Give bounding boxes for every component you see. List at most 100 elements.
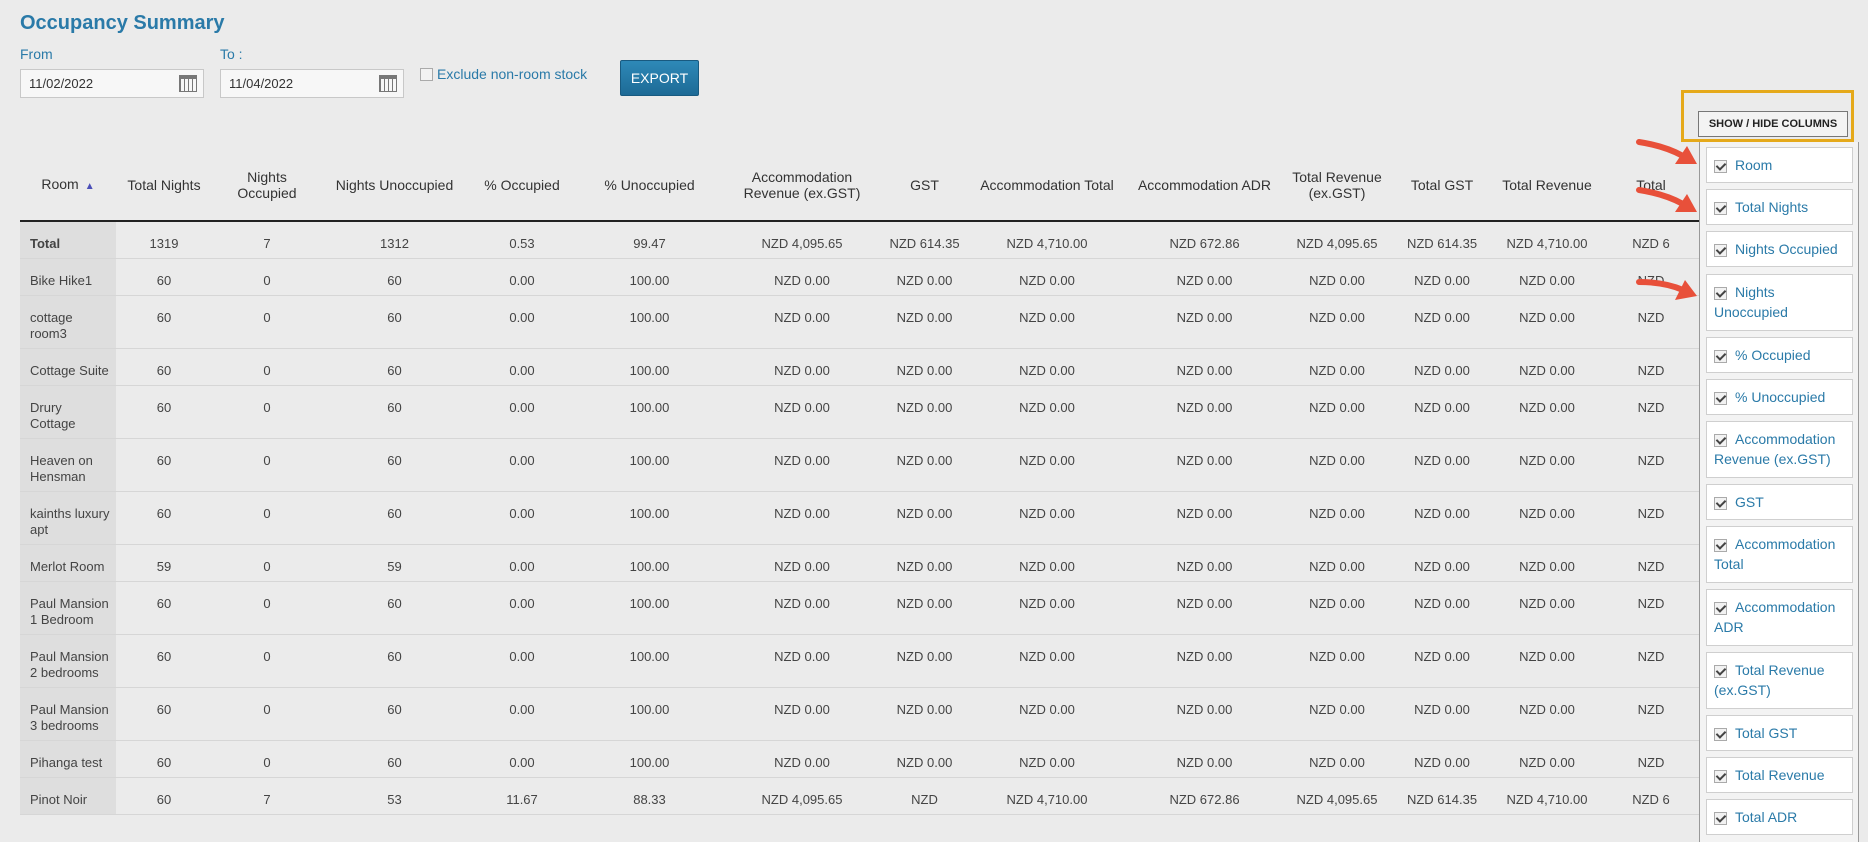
cell-pct-unocc: 100.00 bbox=[577, 634, 722, 688]
cell-pct-unocc: 100.00 bbox=[577, 438, 722, 492]
header-total-revenue-ex[interactable]: Total Revenue (ex.GST) bbox=[1282, 150, 1392, 222]
header-pct-unoccupied[interactable]: % Unoccupied bbox=[577, 150, 722, 222]
cell-acc-adr: NZD 0.00 bbox=[1127, 438, 1282, 492]
column-toggle-item[interactable]: Total Revenue (ex.GST) bbox=[1706, 652, 1853, 709]
header-total-nights[interactable]: Total Nights bbox=[116, 150, 212, 222]
cell-occupied: 0 bbox=[212, 295, 322, 349]
cell-gst: NZD 0.00 bbox=[882, 295, 967, 349]
cell-acc-rev: NZD 0.00 bbox=[722, 740, 882, 778]
cell-occupied: 0 bbox=[212, 491, 322, 545]
column-toggle-item[interactable]: Accommodation Total bbox=[1706, 526, 1853, 583]
cell-room: Heaven on Hensman bbox=[20, 438, 116, 492]
cell-tot-adr: NZD bbox=[1602, 687, 1700, 741]
from-date-input[interactable]: 11/02/2022 bbox=[20, 69, 204, 98]
column-toggle-label: GST bbox=[1735, 494, 1764, 510]
column-toggle-item[interactable]: Total GST bbox=[1706, 715, 1853, 751]
cell-acc-rev: NZD 0.00 bbox=[722, 581, 882, 635]
header-total-revenue[interactable]: Total Revenue bbox=[1492, 150, 1602, 222]
show-hide-columns-button[interactable]: SHOW / HIDE COLUMNS bbox=[1698, 111, 1848, 137]
cell-acc-rev: NZD 0.00 bbox=[722, 687, 882, 741]
column-checkbox[interactable] bbox=[1714, 496, 1727, 510]
sort-asc-icon[interactable]: ▲ bbox=[85, 181, 95, 192]
cell-tot-rev: NZD 0.00 bbox=[1492, 385, 1602, 439]
column-toggle-item[interactable]: Total Nights bbox=[1706, 189, 1853, 225]
calendar-icon[interactable] bbox=[379, 75, 397, 92]
cell-acc-rev: NZD 4,095.65 bbox=[722, 221, 882, 259]
cell-acc-rev: NZD 0.00 bbox=[722, 544, 882, 582]
column-toggle-item[interactable]: Nights Unoccupied bbox=[1706, 274, 1853, 331]
cell-tot-gst: NZD 0.00 bbox=[1392, 634, 1492, 688]
header-acc-revenue[interactable]: Accommodation Revenue (ex.GST) bbox=[722, 150, 882, 222]
cell-tot-gst: NZD 614.35 bbox=[1392, 221, 1492, 259]
header-acc-adr[interactable]: Accommodation ADR bbox=[1127, 150, 1282, 222]
cell-pct-occ: 0.00 bbox=[467, 687, 577, 741]
occupancy-table: Room ▲ Total Nights Nights Occupied Night… bbox=[20, 150, 1700, 815]
cell-total-nights: 59 bbox=[116, 544, 212, 582]
table-row: kainths luxury apt 60 0 60 0.00 100.00 NZD 0.0… bbox=[20, 491, 1700, 545]
cell-room: Cottage Suite bbox=[20, 348, 116, 386]
column-checkbox[interactable] bbox=[1714, 159, 1727, 173]
header-pct-occupied[interactable]: % Occupied bbox=[467, 150, 577, 222]
cell-acc-rev: NZD 0.00 bbox=[722, 634, 882, 688]
column-checkbox[interactable] bbox=[1714, 286, 1727, 300]
column-checkbox[interactable] bbox=[1714, 811, 1727, 825]
cell-tot-rev: NZD 4,710.00 bbox=[1492, 221, 1602, 259]
cell-tot-adr: NZD bbox=[1602, 385, 1700, 439]
header-room[interactable]: Room ▲ bbox=[20, 150, 116, 222]
column-checkbox[interactable] bbox=[1714, 391, 1727, 405]
column-checkbox[interactable] bbox=[1714, 201, 1727, 215]
column-toggle-item[interactable]: GST bbox=[1706, 484, 1853, 520]
column-checkbox[interactable] bbox=[1714, 243, 1727, 257]
cell-acc-rev: NZD 0.00 bbox=[722, 295, 882, 349]
cell-tot-rev: NZD 0.00 bbox=[1492, 348, 1602, 386]
column-checkbox[interactable] bbox=[1714, 601, 1727, 615]
table-row: Merlot Room 59 0 59 0.00 100.00 NZD 0.00 NZD 0.… bbox=[20, 544, 1700, 582]
cell-acc-adr: NZD 672.86 bbox=[1127, 221, 1282, 259]
cell-acc-adr: NZD 0.00 bbox=[1127, 258, 1282, 296]
cell-room: Bike Hike1 bbox=[20, 258, 116, 296]
export-button[interactable]: EXPORT bbox=[620, 60, 699, 96]
cell-gst: NZD 0.00 bbox=[882, 438, 967, 492]
column-checkbox[interactable] bbox=[1714, 433, 1727, 447]
cell-pct-unocc: 100.00 bbox=[577, 740, 722, 778]
column-toggle-label: Total Revenue bbox=[1735, 767, 1825, 783]
exclude-non-room-stock[interactable]: Exclude non-room stock bbox=[420, 66, 587, 82]
header-nights-occupied[interactable]: Nights Occupied bbox=[212, 150, 322, 222]
cell-unoccupied: 60 bbox=[322, 491, 467, 545]
column-toggle-item[interactable]: Total Revenue bbox=[1706, 757, 1853, 793]
header-gst[interactable]: GST bbox=[882, 150, 967, 222]
cell-room: Paul Mansion 3 bedrooms bbox=[20, 687, 116, 741]
column-toggle-item[interactable]: Accommodation Revenue (ex.GST) bbox=[1706, 421, 1853, 478]
column-toggle-item[interactable]: Accommodation ADR bbox=[1706, 589, 1853, 646]
header-total-gst[interactable]: Total GST bbox=[1392, 150, 1492, 222]
column-checkbox[interactable] bbox=[1714, 769, 1727, 783]
column-checkbox[interactable] bbox=[1714, 538, 1727, 552]
from-label: From bbox=[20, 46, 53, 62]
table-row: Pinot Noir 60 7 53 11.67 88.33 NZD 4,095.65 NZD… bbox=[20, 777, 1700, 815]
cell-pct-unocc: 100.00 bbox=[577, 295, 722, 349]
cell-pct-unocc: 99.47 bbox=[577, 221, 722, 259]
column-checkbox[interactable] bbox=[1714, 349, 1727, 363]
header-nights-unoccupied[interactable]: Nights Unoccupied bbox=[322, 150, 467, 222]
exclude-checkbox[interactable] bbox=[420, 67, 433, 81]
header-acc-total[interactable]: Accommodation Total bbox=[967, 150, 1127, 222]
column-toggle-item[interactable]: % Occupied bbox=[1706, 337, 1853, 373]
column-toggle-label: % Occupied bbox=[1735, 347, 1811, 363]
column-toggle-item[interactable]: Nights Occupied bbox=[1706, 231, 1853, 267]
cell-acc-total: NZD 0.00 bbox=[967, 438, 1127, 492]
cell-pct-occ: 0.00 bbox=[467, 438, 577, 492]
cell-acc-total: NZD 0.00 bbox=[967, 348, 1127, 386]
column-toggle-item[interactable]: Room bbox=[1706, 147, 1853, 183]
table-row: cottage room3 60 0 60 0.00 100.00 NZD 0.00 NZD … bbox=[20, 295, 1700, 349]
cell-room: Pihanga test bbox=[20, 740, 116, 778]
calendar-icon[interactable] bbox=[179, 75, 197, 92]
column-checkbox[interactable] bbox=[1714, 727, 1727, 741]
to-date-input[interactable]: 11/04/2022 bbox=[220, 69, 404, 98]
cell-acc-adr: NZD 0.00 bbox=[1127, 581, 1282, 635]
cell-tot-rev-ex: NZD 0.00 bbox=[1282, 348, 1392, 386]
column-toggle-item[interactable]: % Unoccupied bbox=[1706, 379, 1853, 415]
cell-tot-rev: NZD 0.00 bbox=[1492, 687, 1602, 741]
table-total-row: Total 1319 7 1312 0.53 99.47 NZD 4,095.65 NZD 6… bbox=[20, 221, 1700, 259]
cell-tot-gst: NZD 0.00 bbox=[1392, 491, 1492, 545]
column-checkbox[interactable] bbox=[1714, 664, 1727, 678]
